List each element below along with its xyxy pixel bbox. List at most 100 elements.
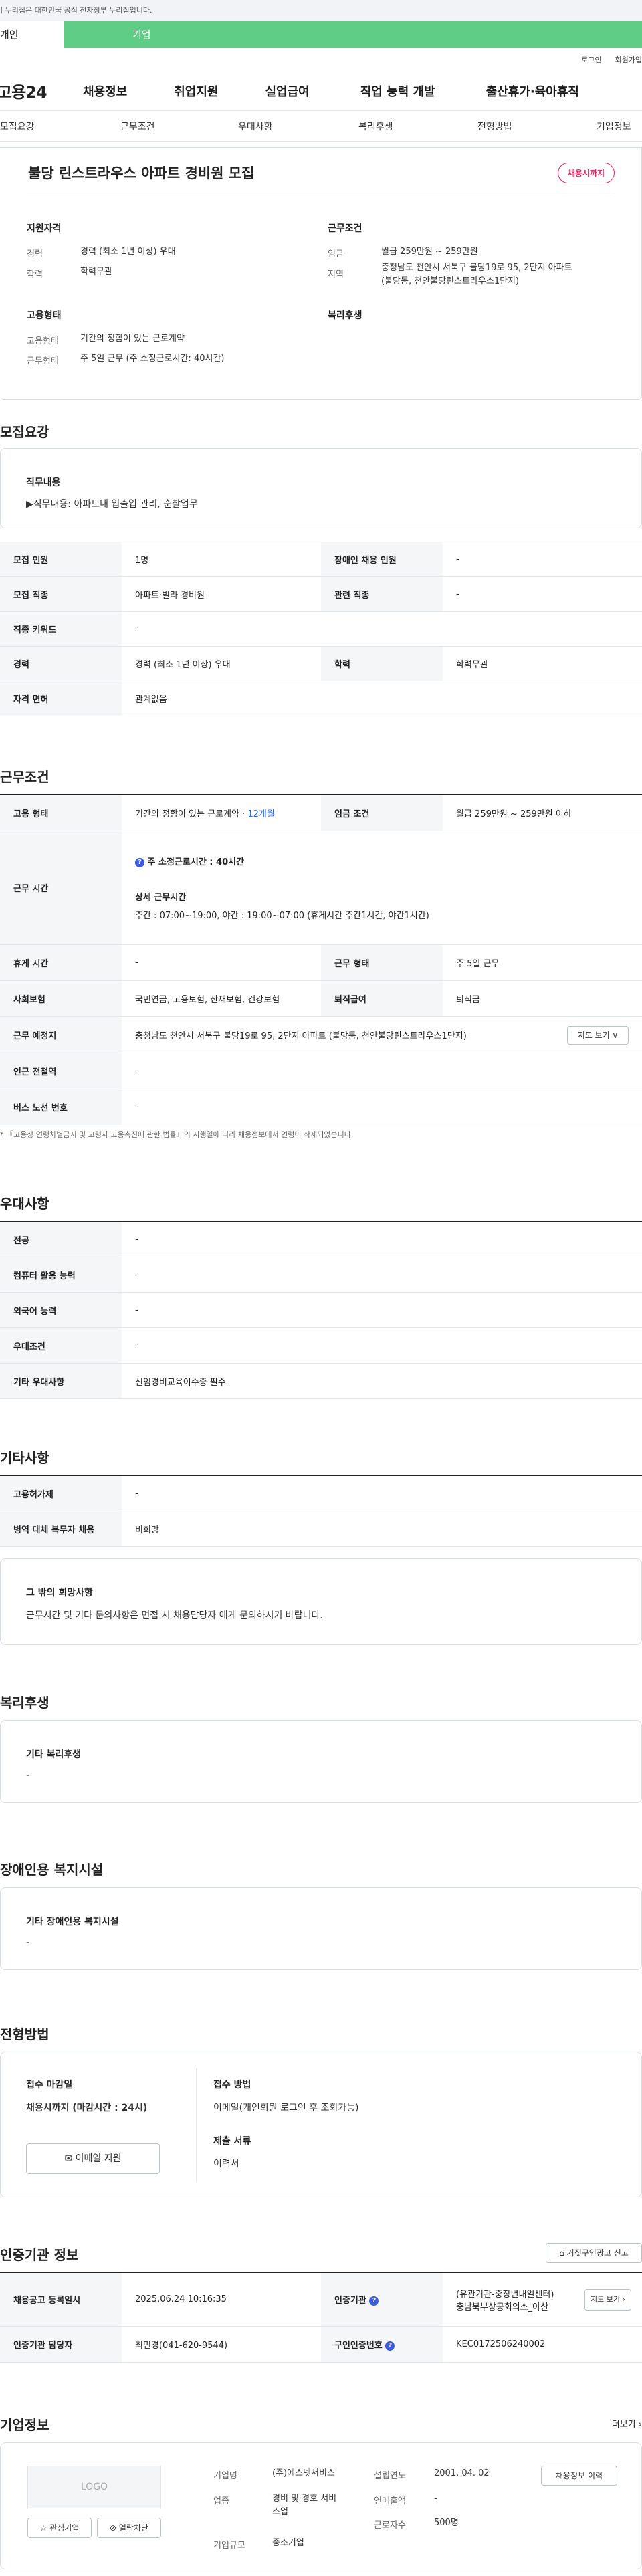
table-header: 퇴직급여 bbox=[321, 980, 443, 1017]
gnb-jobs[interactable]: 채용정보 bbox=[83, 82, 127, 100]
table-cell: 2025.06.24 10:16:35 bbox=[122, 2272, 321, 2327]
condition-heading: 근무조건 bbox=[328, 223, 362, 234]
table-header: 관련 직종 bbox=[321, 576, 443, 612]
job-summary-card: 불당 린스트라우스 아파트 경비원 모집 채용시까지 지원자격 경력 경력 (최… bbox=[0, 147, 642, 400]
selection-box: 접수 마감일 채용시까지 (마감시간 : 24시) ✉ 이메일 지원 접수 방법… bbox=[0, 2052, 642, 2197]
region-line-1: 충청남도 천안시 서북구 불당19로 95, 2단지 아파트 bbox=[381, 263, 572, 273]
anchor-welfare[interactable]: 복리후생 bbox=[358, 120, 393, 133]
agency-map-button[interactable]: 지도 보기 › bbox=[584, 2289, 631, 2311]
table-header: 모집 인원 bbox=[0, 542, 122, 577]
region-line-2: (불당동, 천안불당린스트라우스1단지) bbox=[381, 276, 520, 286]
section-anchor-nav: 모집요강 근무조건 우대사항 복리후생 전형방법 기업정보 bbox=[0, 111, 642, 142]
education-value: 학력무관 bbox=[80, 267, 112, 277]
gov-banner-text: 이 누리집은 대한민국 공식 전자정부 누리집입니다. bbox=[0, 6, 152, 15]
home-icon: ⌂ bbox=[559, 2248, 564, 2258]
company-heading: 기업정보 bbox=[0, 2417, 49, 2433]
qualification-heading: 지원자격 bbox=[27, 223, 62, 234]
company-scale-label: 기업규모 bbox=[213, 2541, 245, 2551]
table-header: 모집 직종 bbox=[0, 576, 122, 612]
tab-corporate-label: 기업 bbox=[132, 29, 151, 41]
recruit-table: 모집 인원 1명 장애인 채용 인원 - 모집 직종 아파트·빌라 경비원 관련… bbox=[0, 542, 642, 716]
table-cell: (유관기관-중장년내일센터) 충남북부상공회의소_아산 지도 보기 › bbox=[443, 2272, 642, 2327]
table-header: 인증기관 담당자 bbox=[0, 2326, 122, 2363]
table-header: 고용허가제 bbox=[0, 1475, 122, 1511]
table-cell: ? 주 소정근로시간 : 40시간 상세 근무시간 주간 : 07:00~19:… bbox=[122, 831, 642, 945]
table-header: 학력 bbox=[321, 646, 443, 681]
table-row: 외국어 능력 - bbox=[0, 1292, 642, 1328]
table-cell: KEC0172506240002 bbox=[443, 2326, 642, 2363]
email-apply-button[interactable]: ✉ 이메일 지원 bbox=[26, 2143, 160, 2174]
table-header: 인근 전철역 bbox=[0, 1053, 122, 1089]
table-row: 모집 직종 아파트·빌라 경비원 관련 직종 - bbox=[0, 576, 642, 612]
mail-icon: ✉ bbox=[64, 2153, 73, 2164]
anchor-company[interactable]: 기업정보 bbox=[597, 120, 631, 133]
email-apply-label: 이메일 지원 bbox=[75, 2153, 122, 2164]
industry-line-2: 스업 bbox=[272, 2506, 288, 2517]
table-header: 휴게 시간 bbox=[0, 944, 122, 981]
table-header: 구인인증번호 ? bbox=[321, 2326, 443, 2363]
anchor-recruit[interactable]: 모집요강 bbox=[0, 120, 35, 133]
gnb-unemployment-benefit[interactable]: 실업급여 bbox=[265, 82, 310, 100]
tab-corporate[interactable]: 기업 bbox=[64, 21, 642, 48]
company-more-link[interactable]: 더보기 › bbox=[612, 2417, 642, 2430]
hours-detail-title: 상세 근무시간 bbox=[135, 893, 187, 903]
favorite-company-button[interactable]: ☆ 관심기업 bbox=[27, 2518, 92, 2538]
map-view-button[interactable]: 지도 보기 ∨ bbox=[567, 1026, 629, 1045]
block-label: 열람차단 bbox=[118, 2523, 149, 2533]
table-header: 장애인 채용 인원 bbox=[321, 542, 443, 577]
cert-number-label: 구인인증번호 bbox=[334, 2341, 383, 2351]
job-history-button[interactable]: 채용정보 이력 bbox=[541, 2466, 617, 2486]
gnb-parental-leave[interactable]: 출산휴가·육아휴직 bbox=[486, 82, 579, 100]
anchor-conditions[interactable]: 근무조건 bbox=[120, 120, 155, 133]
disabled-facility-value: - bbox=[26, 1937, 30, 1948]
info-icon[interactable]: ? bbox=[369, 2296, 379, 2306]
table-cell: 최민경(041-620-9544) bbox=[122, 2326, 321, 2363]
method-value: 이메일(개인회원 로그인 후 조회가능) bbox=[213, 2103, 359, 2113]
info-icon[interactable]: ? bbox=[385, 2341, 395, 2351]
table-header: 임금 조건 bbox=[321, 794, 443, 831]
login-link[interactable]: 로그인 bbox=[581, 54, 601, 65]
company-logo: LOGO bbox=[27, 2466, 161, 2508]
docs-value: 이력서 bbox=[213, 2159, 239, 2169]
company-box: LOGO ☆ 관심기업 ⊘ 열람차단 기업명 (주)에스넷서비스 업종 경비 및… bbox=[0, 2442, 642, 2569]
anchor-selection[interactable]: 전형방법 bbox=[477, 120, 512, 133]
anchor-preference[interactable]: 우대사항 bbox=[238, 120, 273, 133]
other-wishes-box: 그 밖의 희망사항 근무시간 및 기타 문의사항은 면접 시 채용담당자 에게 … bbox=[0, 1558, 642, 1645]
table-header: 병역 대체 복무자 채용 bbox=[0, 1511, 122, 1547]
career-value: 경력 (최소 1년 이상) 우대 bbox=[80, 247, 176, 257]
founded-label: 설립연도 bbox=[374, 2471, 406, 2481]
table-cell: 국민연금, 고용보험, 산재보험, 건강보험 bbox=[122, 980, 321, 1017]
region-value: 충청남도 천안시 서북구 불당19로 95, 2단지 아파트 (불당동, 천안불당… bbox=[381, 261, 572, 288]
global-nav: 고용24 채용정보 취업지원 실업급여 직업 능력 개발 출산휴가·육아휴직 bbox=[0, 71, 642, 111]
block-view-button[interactable]: ⊘ 열람차단 bbox=[97, 2518, 161, 2538]
site-logo[interactable]: 고용24 bbox=[0, 79, 76, 102]
industry-line-1: 경비 및 경호 서비 bbox=[272, 2494, 337, 2504]
welfare-box: 기타 복리후생 - bbox=[0, 1720, 642, 1803]
company-name-value: (주)에스넷서비스 bbox=[272, 2468, 335, 2478]
table-cell: 주 5일 근무 bbox=[443, 944, 642, 981]
table-header: 근무 형태 bbox=[321, 944, 443, 981]
table-header: 컴퓨터 활용 능력 bbox=[0, 1257, 122, 1293]
duty-title: 직무내용 bbox=[26, 477, 61, 488]
tab-personal[interactable]: 개인 bbox=[0, 21, 64, 48]
docs-title: 제출 서류 bbox=[213, 2136, 251, 2147]
gnb-employment-support[interactable]: 취업지원 bbox=[174, 82, 218, 100]
table-row: 우대조건 - bbox=[0, 1327, 642, 1364]
table-cell: - bbox=[122, 1327, 642, 1364]
table-cell: - bbox=[122, 1221, 642, 1257]
region-label: 지역 bbox=[328, 270, 344, 280]
agency-heading: 인증기관 정보 bbox=[0, 2247, 79, 2263]
table-row: 전공 - bbox=[0, 1221, 642, 1257]
gov-banner: 이 누리집은 대한민국 공식 전자정부 누리집입니다. bbox=[0, 0, 642, 21]
join-link[interactable]: 회원가입 bbox=[615, 54, 642, 65]
deadline-value: 채용시까지 (마감시간 : 24시) bbox=[26, 2103, 148, 2113]
table-cell: 충청남도 천안시 서북구 불당19로 95, 2단지 아파트 (불당동, 천안불… bbox=[122, 1016, 642, 1053]
report-false-ad-button[interactable]: ⌂ 거짓구인광고 신고 bbox=[546, 2243, 642, 2263]
employees-label: 근로자수 bbox=[374, 2520, 406, 2531]
employment-heading: 고용형태 bbox=[27, 310, 62, 321]
age-note: * 『고용상 연령차별금지 및 고령자 고용촉진에 관한 법률』의 시행일에 따… bbox=[0, 1130, 354, 1139]
agency-label: 인증기관 bbox=[334, 2296, 366, 2306]
gnb-vocational-training[interactable]: 직업 능력 개발 bbox=[360, 82, 435, 100]
info-icon[interactable]: ? bbox=[135, 857, 144, 867]
table-header: 고용 형태 bbox=[0, 794, 122, 831]
